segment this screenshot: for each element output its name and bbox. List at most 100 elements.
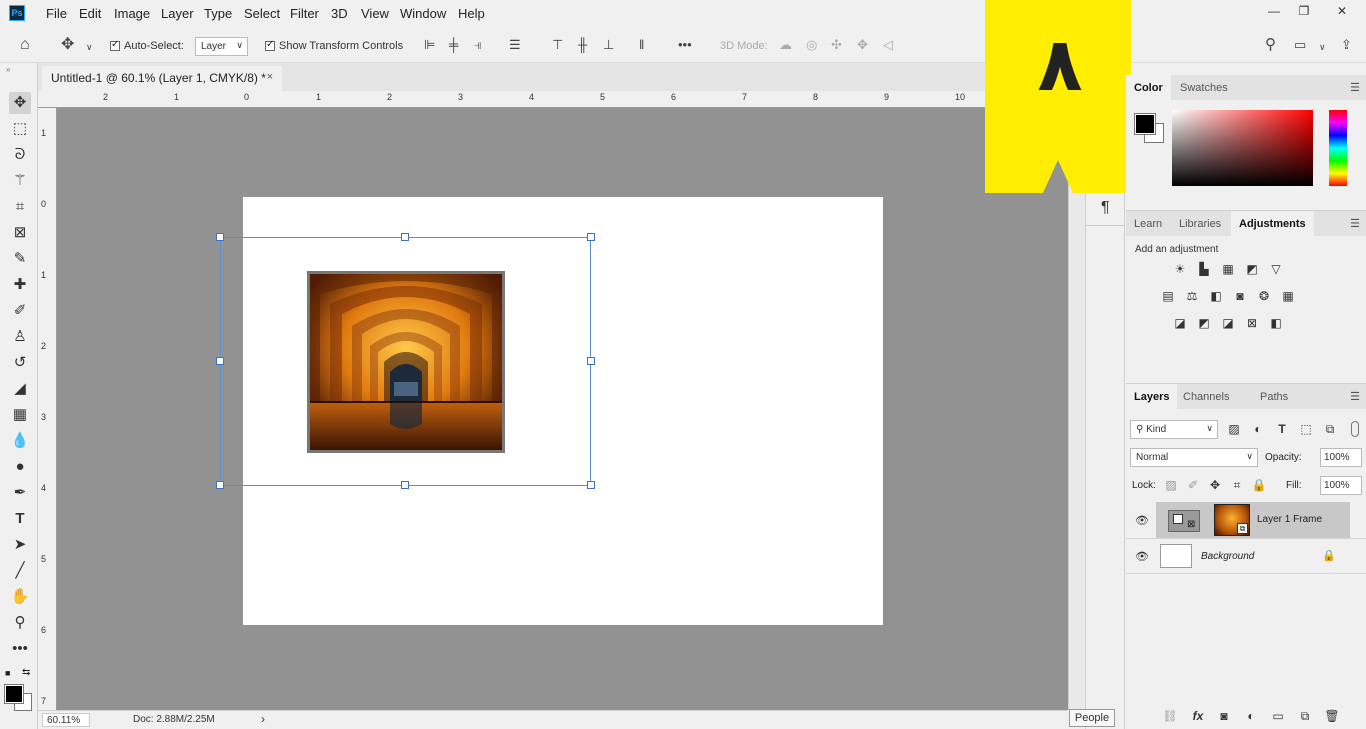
menu-type[interactable]: Type bbox=[204, 6, 232, 21]
menu-view[interactable]: View bbox=[361, 6, 389, 21]
tab-color[interactable]: Color bbox=[1126, 75, 1171, 100]
panel-menu-icon[interactable]: ☰ bbox=[1350, 81, 1360, 94]
align-left-icon[interactable]: ⊫ bbox=[424, 38, 435, 52]
eraser-tool-icon[interactable]: ◢ bbox=[9, 378, 31, 400]
hue-slider[interactable] bbox=[1329, 110, 1347, 186]
align-hcenter-icon[interactable]: ╪ bbox=[449, 38, 458, 52]
eyedropper-tool-icon[interactable]: ✎ bbox=[9, 248, 31, 270]
lock-pixels-icon[interactable]: ✐ bbox=[1185, 478, 1201, 492]
fill-field[interactable]: 100% bbox=[1320, 476, 1362, 495]
trash-icon[interactable]: 🗑 bbox=[1324, 709, 1340, 723]
layer-row[interactable]: 👁 Background 🔒 bbox=[1126, 539, 1366, 575]
collapse-icon[interactable]: » bbox=[6, 65, 10, 74]
lock-all-icon[interactable]: 🔒 bbox=[1251, 478, 1267, 492]
pen-tool-icon[interactable]: ✒ bbox=[9, 482, 31, 504]
vibrance-icon[interactable]: ▽ bbox=[1268, 262, 1284, 276]
link-layers-icon[interactable]: ⛓ bbox=[1162, 709, 1178, 723]
add-mask-icon[interactable]: ◙ bbox=[1216, 709, 1232, 723]
people-button[interactable]: People bbox=[1069, 709, 1115, 727]
close-tab-icon[interactable]: × bbox=[267, 71, 273, 83]
transform-handle-left[interactable] bbox=[216, 357, 224, 365]
transform-handle-top-left[interactable] bbox=[216, 233, 224, 241]
threshold-icon[interactable]: ◪ bbox=[1220, 316, 1236, 330]
channel-mixer-icon[interactable]: ❂ bbox=[1256, 289, 1272, 303]
gradient-map-icon[interactable]: ◧ bbox=[1268, 316, 1284, 330]
new-layer-icon[interactable]: ⧉ bbox=[1297, 709, 1313, 723]
eye-icon[interactable]: 👁 bbox=[1135, 514, 1149, 527]
foreground-color-chip[interactable] bbox=[1134, 113, 1156, 135]
swap-colors-icon[interactable]: ⇆ bbox=[22, 667, 30, 678]
filter-smart-object-icon[interactable]: ⧉ bbox=[1322, 422, 1338, 436]
zoom-tool-icon[interactable]: ⚲ bbox=[9, 612, 31, 634]
tab-paths[interactable]: Paths bbox=[1252, 384, 1296, 409]
clone-stamp-tool-icon[interactable]: ♙ bbox=[9, 326, 31, 348]
color-lookup-icon[interactable]: ▦ bbox=[1280, 289, 1296, 303]
panel-menu-icon[interactable]: ☰ bbox=[1350, 217, 1360, 230]
status-menu-arrow[interactable]: › bbox=[261, 712, 265, 726]
chevron-down-icon[interactable]: ∨ bbox=[86, 40, 93, 54]
frame-tool-icon[interactable]: ⊠ bbox=[9, 222, 31, 244]
workspace-icon[interactable]: ▭ bbox=[1294, 38, 1306, 52]
fx-icon[interactable]: fx bbox=[1190, 709, 1206, 723]
filter-toggle[interactable] bbox=[1351, 421, 1359, 437]
healing-brush-tool-icon[interactable]: ✚ bbox=[9, 274, 31, 296]
brightness-icon[interactable]: ☀ bbox=[1172, 262, 1188, 276]
chevron-down-icon[interactable]: ∨ bbox=[1319, 40, 1326, 54]
layer-name[interactable]: Layer 1 Frame bbox=[1257, 514, 1322, 525]
tab-swatches[interactable]: Swatches bbox=[1172, 75, 1236, 100]
filter-shape-icon[interactable]: ⬚ bbox=[1298, 422, 1314, 436]
move-tool-icon[interactable]: ✥ bbox=[61, 37, 74, 53]
menu-image[interactable]: Image bbox=[114, 6, 150, 21]
transform-handle-top[interactable] bbox=[401, 233, 409, 241]
invert-icon[interactable]: ◪ bbox=[1172, 316, 1188, 330]
dodge-tool-icon[interactable]: ● bbox=[9, 456, 31, 478]
menu-file[interactable]: File bbox=[46, 6, 67, 21]
share-icon[interactable]: ⇪ bbox=[1341, 38, 1352, 52]
photo-filter-icon[interactable]: ◙ bbox=[1232, 289, 1248, 303]
type-tool-icon[interactable]: T bbox=[9, 508, 31, 530]
lasso-tool-icon[interactable]: ᘐ bbox=[9, 144, 31, 166]
transform-handle-bottom[interactable] bbox=[401, 481, 409, 489]
history-brush-tool-icon[interactable]: ↺ bbox=[9, 352, 31, 374]
menu-3d[interactable]: 3D bbox=[331, 6, 348, 21]
tab-layers[interactable]: Layers bbox=[1126, 384, 1178, 409]
zoom-field[interactable]: 60.11% bbox=[42, 713, 90, 727]
lock-position-icon[interactable]: ✥ bbox=[1207, 478, 1223, 492]
opacity-field[interactable]: 100% bbox=[1320, 448, 1362, 467]
home-icon[interactable]: ⌂ bbox=[20, 37, 30, 53]
distribute-icon[interactable]: ☰ bbox=[509, 38, 521, 52]
tab-channels[interactable]: Channels bbox=[1175, 384, 1237, 409]
align-right-icon[interactable]: ⫣ bbox=[474, 38, 482, 52]
eye-icon[interactable]: 👁 bbox=[1135, 550, 1149, 563]
document-tab[interactable]: Untitled-1 @ 60.1% (Layer 1, CMYK/8) * × bbox=[42, 66, 282, 91]
blur-tool-icon[interactable]: 💧 bbox=[9, 430, 31, 452]
menu-help[interactable]: Help bbox=[458, 6, 485, 21]
pan-3d-icon[interactable]: ✣ bbox=[831, 38, 842, 52]
align-top-icon[interactable]: ⊤ bbox=[552, 38, 563, 52]
gradient-tool-icon[interactable]: ▦ bbox=[9, 404, 31, 426]
exposure-icon[interactable]: ◩ bbox=[1244, 262, 1260, 276]
line-tool-icon[interactable]: ╱ bbox=[9, 560, 31, 582]
color-picker-field[interactable] bbox=[1172, 110, 1313, 186]
new-group-icon[interactable]: ▭ bbox=[1270, 709, 1286, 723]
curves-icon[interactable]: ▦ bbox=[1220, 262, 1236, 276]
crop-tool-icon[interactable]: ⌗ bbox=[9, 196, 31, 218]
filter-pixel-icon[interactable]: ▨ bbox=[1226, 422, 1242, 436]
search-icon[interactable]: ⚲ bbox=[1265, 37, 1276, 52]
layer-row[interactable]: 👁 ⊠ ⧉ Layer 1 Frame bbox=[1126, 502, 1366, 538]
black-white-icon[interactable]: ◧ bbox=[1208, 289, 1224, 303]
scale-3d-icon[interactable]: ◁ bbox=[883, 38, 893, 52]
brush-tool-icon[interactable]: ✐ bbox=[9, 300, 31, 322]
transform-handle-top-right[interactable] bbox=[587, 233, 595, 241]
lock-transparent-icon[interactable]: ▨ bbox=[1163, 478, 1179, 492]
hand-tool-icon[interactable]: ✋ bbox=[9, 586, 31, 608]
transform-bounding-box[interactable] bbox=[220, 237, 591, 486]
menu-window[interactable]: Window bbox=[400, 6, 446, 21]
transform-handle-bottom-right[interactable] bbox=[587, 481, 595, 489]
color-balance-icon[interactable]: ⚖ bbox=[1184, 289, 1200, 303]
marquee-tool-icon[interactable]: ⬚ bbox=[9, 118, 31, 140]
align-vcenter-icon[interactable]: ╫ bbox=[578, 38, 587, 52]
menu-filter[interactable]: Filter bbox=[290, 6, 319, 21]
more-options-icon[interactable]: ••• bbox=[678, 38, 692, 52]
filter-type-icon[interactable]: T bbox=[1274, 422, 1290, 436]
